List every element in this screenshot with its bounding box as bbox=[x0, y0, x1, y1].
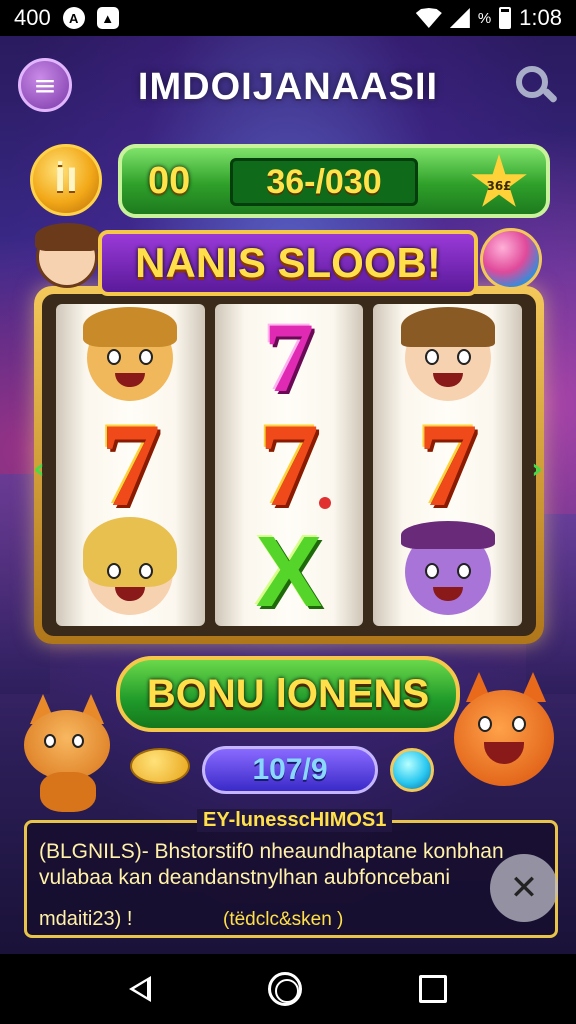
home-icon[interactable] bbox=[267, 972, 302, 1006]
symbol-boy-face bbox=[398, 306, 498, 408]
menu-icon: ≡ bbox=[33, 68, 57, 102]
balance-amount: 00 bbox=[148, 160, 191, 202]
symbol-girl-face bbox=[80, 517, 180, 622]
symbol-seven: 7 bbox=[417, 397, 478, 531]
symbol-cat-face bbox=[80, 306, 180, 408]
coin-stack-icon bbox=[130, 748, 190, 784]
info-link[interactable]: (tëdclc&sken ) bbox=[223, 909, 343, 931]
symbol-seven: 7 bbox=[239, 404, 339, 524]
signal-icon bbox=[449, 8, 470, 28]
symbol-x: X bbox=[255, 515, 323, 628]
arrow-right-icon[interactable]: › bbox=[524, 448, 550, 488]
navigation-bar bbox=[0, 954, 576, 1024]
balance-display: 36-/030 bbox=[230, 158, 418, 206]
menu-button[interactable]: ≡ bbox=[18, 58, 72, 112]
status-bar: 400 A ▲ % 1:08 bbox=[0, 0, 576, 36]
info-line-3: mdaiti23) ! bbox=[39, 908, 133, 930]
notification-a-icon: A bbox=[62, 7, 85, 29]
close-fab-button[interactable]: ✕ bbox=[490, 854, 558, 922]
notification-app-icon: ▲ bbox=[96, 7, 119, 29]
symbol-pink-seven: 7 bbox=[264, 301, 314, 413]
reel-3: 7 bbox=[373, 304, 523, 626]
info-title: EY-lunesscHIMOS1 bbox=[197, 809, 393, 832]
info-line-1: (BLGNILS)- Bhstorstif0 nheaundhaptane ko… bbox=[39, 840, 504, 863]
wifi-icon bbox=[415, 8, 442, 28]
red-dot bbox=[319, 496, 331, 509]
battery-icon bbox=[499, 7, 512, 29]
game-title: IMDOIJANAASII bbox=[137, 66, 439, 108]
coin-button[interactable]: İI bbox=[30, 144, 102, 216]
symbol-purple-cat-face bbox=[398, 521, 498, 622]
bonus-button[interactable]: BONU lONENS bbox=[116, 656, 460, 732]
character-avatar bbox=[35, 223, 101, 288]
reel-2: 7 7 X bbox=[214, 301, 364, 628]
orange-cat-mascot-right bbox=[448, 672, 558, 800]
game-banner: NANIS SLOOB! bbox=[98, 230, 478, 296]
orange-cat-mascot-left bbox=[16, 686, 120, 816]
bet-counter[interactable]: 107/9 bbox=[202, 746, 378, 794]
arrow-left-icon[interactable]: ‹ bbox=[26, 448, 52, 488]
info-panel: EY-lunesscHIMOS1 (BLGNILS)- Bhstorstif0 … bbox=[24, 809, 558, 938]
star-badge[interactable]: 36£ bbox=[471, 154, 527, 207]
slot-machine: 7 7 7 X 7 bbox=[34, 286, 544, 644]
reel-1: 7 bbox=[56, 304, 205, 626]
status-time: 1:08 bbox=[519, 5, 562, 30]
gem-button-icon[interactable] bbox=[390, 748, 434, 792]
balance-bar: 00 36-/030 36£ bbox=[118, 144, 550, 218]
info-line-2: vulabaa kan deandanstnylhan aubfoncebani bbox=[39, 866, 451, 889]
recent-apps-icon[interactable] bbox=[419, 975, 448, 1003]
search-button[interactable] bbox=[512, 62, 560, 110]
battery-percent: % bbox=[477, 9, 492, 27]
back-icon[interactable] bbox=[128, 976, 151, 1002]
status-number: 400 bbox=[14, 5, 51, 30]
game-screen: ≡ IMDOIJANAASII İI 00 36-/030 36£ 7 7 7 … bbox=[0, 36, 576, 954]
symbol-seven: 7 bbox=[100, 397, 161, 531]
lollipop-ball-icon bbox=[480, 228, 542, 290]
close-icon: ✕ bbox=[509, 868, 539, 908]
